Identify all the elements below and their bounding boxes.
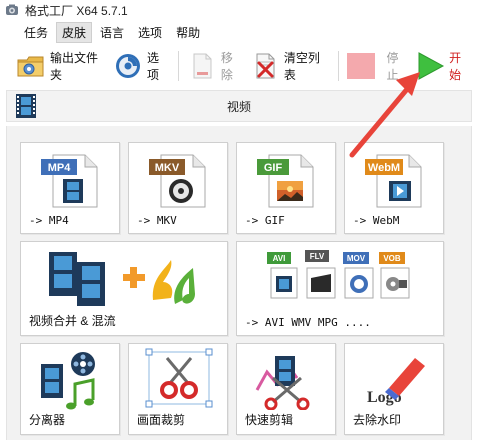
- video-section-header[interactable]: 视频: [6, 90, 472, 122]
- tile-to-mkv[interactable]: MKV -> MKV: [128, 142, 228, 234]
- svg-text:FLV: FLV: [310, 252, 325, 261]
- options-button[interactable]: 选项: [113, 48, 168, 84]
- tile-splitter[interactable]: 分离器: [20, 343, 120, 435]
- menu-options[interactable]: 选项: [132, 22, 168, 43]
- tile-video-merge-mux[interactable]: 视频合并 & 混流: [20, 241, 228, 336]
- svg-text:WebM: WebM: [368, 162, 400, 174]
- toolbar: 输出文件夹 选项 移除 清空列表 停止 开始: [0, 44, 478, 88]
- mp4-file-icon: MP4: [39, 151, 101, 212]
- tile-label: 去除水印: [353, 413, 402, 427]
- stop-label: 停止: [386, 51, 399, 82]
- menu-skin[interactable]: 皮肤: [56, 21, 93, 43]
- webm-file-icon: WebM: [363, 151, 425, 212]
- svg-text:GIF: GIF: [264, 162, 283, 174]
- start-label: 开始: [449, 51, 462, 82]
- tile-label: 分离器: [29, 413, 66, 427]
- start-button[interactable]: 开始: [415, 48, 470, 84]
- svg-text:MKV: MKV: [155, 162, 180, 174]
- section-title: 视频: [226, 99, 251, 114]
- tile-label: -> MKV: [137, 214, 177, 227]
- quick-clip-scissors-icon: [253, 350, 319, 413]
- eraser-logo-icon: Logo: [363, 350, 427, 413]
- svg-text:AVI: AVI: [273, 254, 286, 263]
- tile-label: -> WebM: [353, 214, 400, 227]
- start-play-icon: [415, 51, 445, 81]
- window-title: 格式工厂 X64 5.7.1: [25, 3, 128, 18]
- svg-text:MP4: MP4: [48, 162, 72, 174]
- tile-crop[interactable]: 画面裁剪: [128, 343, 228, 435]
- menu-help[interactable]: 帮助: [170, 22, 206, 43]
- tile-to-avi-wmv-mpg[interactable]: AVI FLV MOV VOB -> AVI WMV MPG ....: [236, 241, 444, 336]
- options-label: 选项: [147, 51, 160, 82]
- menu-language[interactable]: 语言: [94, 22, 130, 43]
- crop-scissors-icon: [143, 348, 215, 413]
- splitter-film-music-icon: [39, 350, 103, 413]
- tile-label: 视频合并 & 混流: [29, 314, 116, 328]
- tile-label: -> GIF: [245, 214, 285, 227]
- clear-list-button[interactable]: 清空列表: [250, 48, 328, 84]
- clear-list-label: 清空列表: [283, 51, 320, 82]
- title-bar: 格式工厂 X64 5.7.1: [0, 0, 478, 20]
- tile-label: -> MP4: [29, 214, 69, 227]
- remove-label: 移除: [220, 51, 233, 82]
- clear-list-icon: [250, 51, 280, 81]
- remove-document-icon: [187, 51, 217, 81]
- tile-label: 画面裁剪: [137, 413, 186, 427]
- output-folder-label: 输出文件夹: [50, 51, 99, 82]
- svg-text:MOV: MOV: [347, 254, 366, 263]
- app-icon: [5, 3, 19, 17]
- tile-to-webm[interactable]: WebM -> WebM: [344, 142, 444, 234]
- output-folder-icon: [16, 51, 46, 81]
- menu-task[interactable]: 任务: [18, 22, 54, 43]
- merge-film-music-icon: [43, 248, 213, 317]
- toolbar-separator: [337, 51, 339, 81]
- mkv-file-icon: MKV: [147, 151, 209, 212]
- output-folder-button[interactable]: 输出文件夹: [16, 48, 105, 84]
- video-tools-grid: MP4 -> MP4 MKV -> MKV GIF -> GIF WebM ->…: [6, 126, 472, 440]
- tile-label: 快速剪辑: [245, 413, 294, 427]
- stop-icon: [346, 51, 376, 81]
- multi-format-icons: AVI FLV MOV VOB: [263, 250, 423, 313]
- remove-button[interactable]: 移除: [187, 48, 242, 84]
- tile-to-gif[interactable]: GIF -> GIF: [236, 142, 336, 234]
- menu-bar: 任务 皮肤 语言 选项 帮助: [0, 21, 478, 43]
- stop-button[interactable]: 停止: [346, 48, 407, 84]
- options-gear-icon: [113, 51, 143, 81]
- tile-quick-clip[interactable]: 快速剪辑: [236, 343, 336, 435]
- svg-text:VOB: VOB: [383, 254, 401, 263]
- gif-file-icon: GIF: [255, 151, 317, 212]
- toolbar-separator: [177, 51, 179, 81]
- tile-to-mp4[interactable]: MP4 -> MP4: [20, 142, 120, 234]
- tile-label: -> AVI WMV MPG ....: [245, 316, 371, 329]
- tile-remove-watermark[interactable]: Logo 去除水印: [344, 343, 444, 435]
